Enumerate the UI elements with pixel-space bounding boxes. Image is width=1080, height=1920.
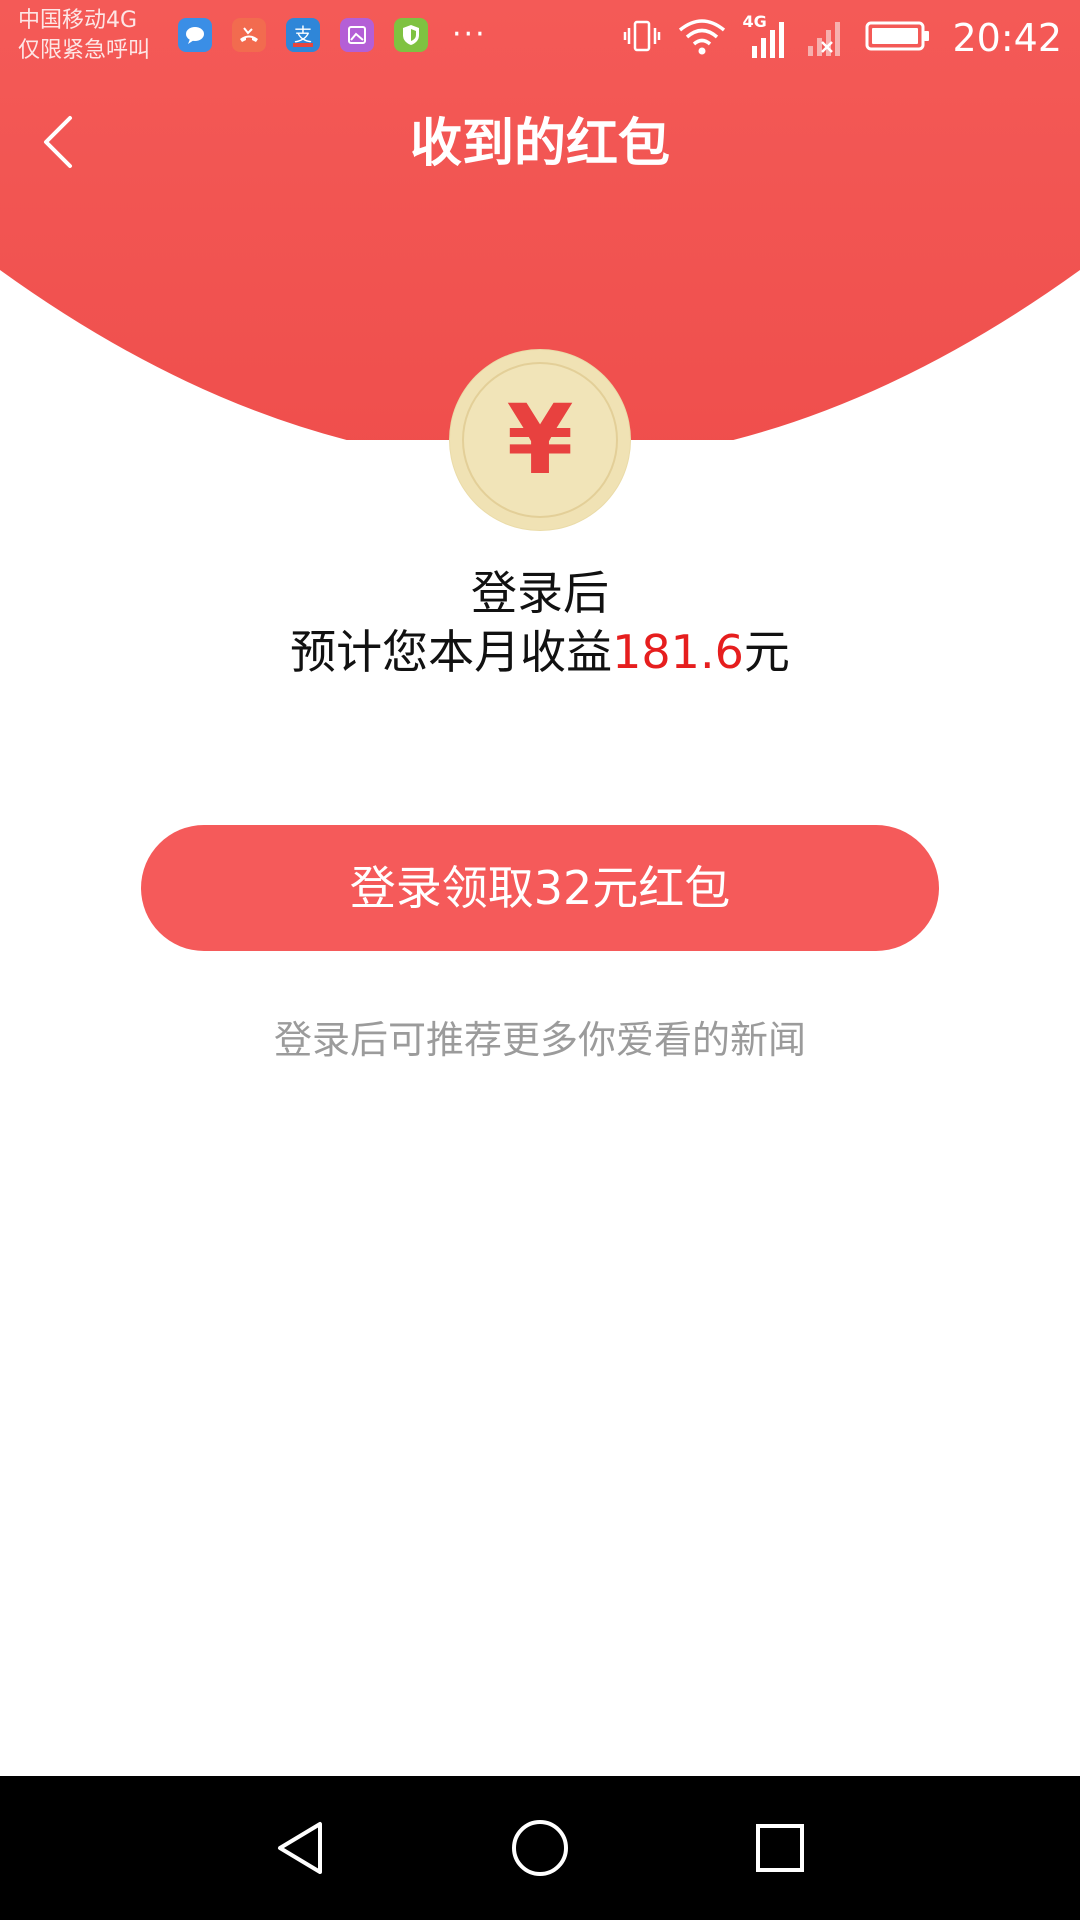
svg-text:支: 支 [294, 25, 312, 46]
security-shield-icon [394, 18, 428, 52]
no-signal-icon [804, 14, 850, 62]
carrier-name: 中国移动4G [18, 8, 138, 33]
notification-icons: 支 ··· [178, 18, 487, 52]
wifi-icon [676, 16, 728, 60]
login-claim-red-packet-button[interactable]: 登录领取32元红包 [141, 825, 939, 951]
earnings-prefix: 预计您本月收益 [290, 625, 613, 679]
gallery-icon [340, 18, 374, 52]
page-title: 收到的红包 [409, 114, 670, 174]
more-notifications-icon: ··· [452, 17, 487, 52]
yuan-symbol: ¥ [506, 384, 574, 496]
earnings-amount: 181.6 [612, 625, 744, 679]
recents-square-icon [756, 1824, 804, 1872]
signal-4g-icon: 4G [742, 12, 790, 60]
system-icons: 4G 20:42 [622, 12, 1062, 62]
status-time: 20:42 [952, 16, 1062, 60]
estimated-earnings: 预计您本月收益181.6元 [0, 620, 1080, 684]
alipay-icon: 支 [286, 18, 320, 52]
nav-back-button[interactable] [250, 1798, 350, 1898]
carrier-status: 仅限紧急呼叫 [18, 38, 151, 63]
screen: 中国移动4G 仅限紧急呼叫 支 ··· 4G 20:42 收到的红包 ¥ 登录后… [0, 0, 1080, 1920]
home-circle-icon [512, 1820, 568, 1876]
back-triangle-icon [278, 1822, 322, 1874]
nav-home-button[interactable] [490, 1798, 590, 1898]
nav-recents-button[interactable] [730, 1798, 830, 1898]
carrier-info: 中国移动4G 仅限紧急呼叫 [18, 6, 150, 66]
status-bar: 中国移动4G 仅限紧急呼叫 支 ··· 4G 20:42 [0, 0, 1080, 76]
login-after-label: 登录后 [471, 566, 609, 620]
navigation-bar [0, 1776, 1080, 1920]
vibrate-icon [622, 16, 662, 60]
earnings-unit: 元 [743, 625, 790, 679]
battery-icon [864, 16, 932, 60]
message-icon [178, 18, 212, 52]
yuan-coin-icon: ¥ [450, 350, 630, 530]
missed-call-icon [232, 18, 266, 52]
login-hint: 登录后可推荐更多你爱看的新闻 [273, 1018, 806, 1062]
